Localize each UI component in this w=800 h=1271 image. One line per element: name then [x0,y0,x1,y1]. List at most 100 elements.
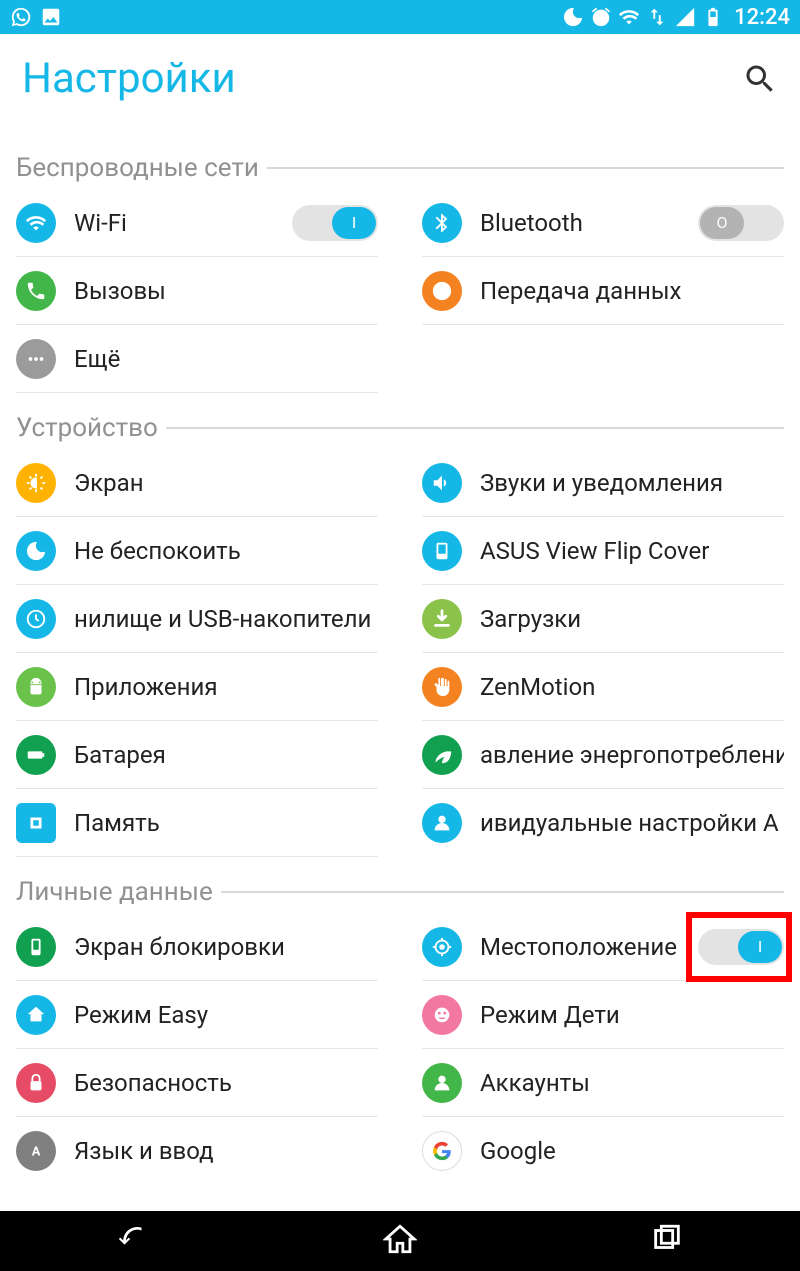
location-toggle[interactable]: I [698,929,784,965]
page-title: Настройки [22,54,236,103]
zenmotion-label: ZenMotion [480,673,595,701]
lockscreen-label: Экран блокировки [74,933,285,961]
storage-label: нилище и USB-накопители [74,605,371,633]
clock-icon [16,599,56,639]
home-button[interactable] [383,1222,417,1260]
phone-icon [16,271,56,311]
home-icon [16,995,56,1035]
row-easy[interactable]: Режим Easy [16,981,378,1049]
display-icon [16,463,56,503]
bluetooth-label: Bluetooth [480,209,583,237]
row-storage[interactable]: нилище и USB-накопители [16,585,378,653]
row-wifi[interactable]: Wi-Fi I [16,189,378,257]
row-apps[interactable]: Приложения [16,653,378,721]
chip-icon [16,803,56,843]
whatsapp-icon [10,6,32,28]
header: Настройки [0,34,800,133]
row-location[interactable]: Местоположение I [422,913,784,981]
battery-icon [702,6,724,28]
row-more[interactable]: Ещё [16,325,378,393]
sound-label: Звуки и уведомления [480,469,723,497]
back-button[interactable] [116,1222,150,1260]
divider [221,891,784,893]
flipcover-label: ASUS View Flip Cover [480,537,709,565]
row-asus-custom[interactable]: ивидуальные настройки A [422,789,784,857]
google-label: Google [480,1137,556,1165]
clock-text: 12:24 [734,5,790,30]
row-calls[interactable]: Вызовы [16,257,378,325]
row-accounts[interactable]: Аккаунты [422,1049,784,1117]
more-label: Ещё [74,345,120,373]
section-title-device: Устройство [16,413,158,443]
status-bar: 12:24 [0,0,800,34]
moon-icon [16,531,56,571]
row-lang[interactable]: A Язык и ввод [16,1117,378,1185]
bluetooth-icon [422,203,462,243]
row-sound[interactable]: Звуки и уведомления [422,449,784,517]
divider [267,167,784,169]
row-downloads[interactable]: Загрузки [422,585,784,653]
section-title-wireless: Беспроводные сети [16,153,259,183]
row-security[interactable]: Безопасность [16,1049,378,1117]
hand-icon [422,667,462,707]
row-power[interactable]: авление энергопотреблени [422,721,784,789]
google-icon [422,1131,462,1171]
accounts-label: Аккаунты [480,1069,590,1097]
downloads-label: Загрузки [480,605,581,633]
row-kids[interactable]: Режим Дети [422,981,784,1049]
data-label: Передача данных [480,277,681,305]
moon-icon [562,6,584,28]
bluetooth-toggle[interactable]: O [698,205,784,241]
kids-label: Режим Дети [480,1001,620,1029]
power-label: авление энергопотреблени [480,741,784,769]
wifi-label: Wi-Fi [74,209,127,237]
kids-icon [422,995,462,1035]
lock-icon [16,1063,56,1103]
data-icon [422,271,462,311]
easy-label: Режим Easy [74,1001,208,1029]
leaf-icon [422,735,462,775]
wifi-toggle[interactable]: I [292,205,378,241]
location-label: Местоположение [480,933,677,961]
divider [166,427,784,429]
recent-button[interactable] [650,1222,684,1260]
row-google[interactable]: Google [422,1117,784,1185]
account-icon [422,1063,462,1103]
row-battery[interactable]: Батарея [16,721,378,789]
flip-icon [422,531,462,571]
battery-label: Батарея [74,741,166,769]
alarm-icon [590,6,612,28]
svg-text:A: A [32,1145,41,1160]
section-personal: Личные данные Экран блокировки Местополо… [0,877,800,1185]
lang-icon: A [16,1131,56,1171]
android-icon [16,667,56,707]
download-icon [422,599,462,639]
row-zenmotion[interactable]: ZenMotion [422,653,784,721]
section-wireless: Беспроводные сети Wi-Fi I Bluetooth O Вы… [0,153,800,393]
section-title-personal: Личные данные [16,877,213,907]
row-dnd[interactable]: Не беспокоить [16,517,378,585]
search-button[interactable] [742,61,778,97]
sound-icon [422,463,462,503]
calls-label: Вызовы [74,277,166,305]
row-data[interactable]: Передача данных [422,257,784,325]
lang-label: Язык и ввод [74,1137,214,1165]
wifi-icon [16,203,56,243]
row-memory[interactable]: Память [16,789,378,857]
row-bluetooth[interactable]: Bluetooth O [422,189,784,257]
image-icon [40,6,62,28]
battery-icon [16,735,56,775]
apps-label: Приложения [74,673,218,701]
dnd-label: Не беспокоить [74,537,241,565]
nav-bar [0,1211,800,1271]
lockscreen-icon [16,927,56,967]
signal-icon [674,6,696,28]
asus-custom-label: ивидуальные настройки A [480,809,779,837]
section-device: Устройство Экран Звуки и уведомления Не … [0,413,800,857]
person-icon [422,803,462,843]
row-lockscreen[interactable]: Экран блокировки [16,913,378,981]
row-display[interactable]: Экран [16,449,378,517]
row-flipcover[interactable]: ASUS View Flip Cover [422,517,784,585]
security-label: Безопасность [74,1069,232,1097]
memory-label: Память [74,809,160,837]
